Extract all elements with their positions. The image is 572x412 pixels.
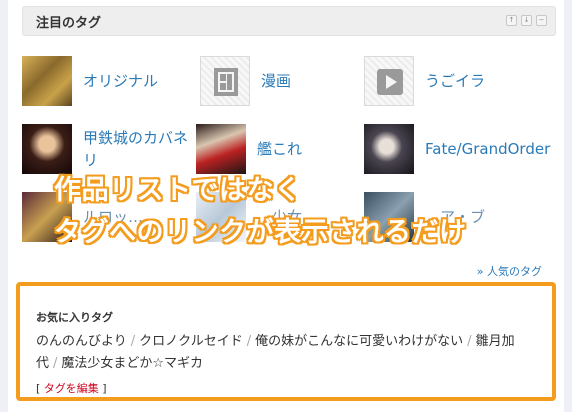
play-icon — [364, 56, 414, 106]
tag-label: Fate/GrandOrder — [425, 140, 551, 158]
panel-header: 注目のタグ ↑ ↓ − — [22, 6, 556, 36]
favorite-tag[interactable]: クロノクルセイド — [139, 334, 243, 349]
favorite-tag[interactable]: 俺の妹がこんなに可愛いわけがない — [255, 334, 463, 349]
tag-fgo[interactable]: Fate/GrandOrder — [364, 124, 551, 174]
separator: / — [246, 334, 252, 349]
favorite-tags-title: お気に入りタグ — [36, 311, 113, 324]
panel-controls: ↑ ↓ − — [506, 15, 547, 26]
featured-tags-panel: 注目のタグ ↑ ↓ − オリジナル 漫画 うごイラ 甲鉄城のカバネリ 艦これ F… — [8, 0, 564, 412]
kabaneri-thumbnail — [22, 124, 72, 174]
collapse-button[interactable]: − — [536, 15, 547, 26]
caption-line-2: タグへのリンクが表示されるだけ — [54, 217, 467, 248]
tag-label: 艦これ — [257, 140, 303, 158]
edit-tags-link[interactable]: タグを編集 — [44, 382, 99, 395]
manga-icon — [200, 56, 250, 106]
favorite-tags-box: お気に入りタグ のんのんびより / クロノクルセイド / 俺の妹がこんなに可愛いわけがな… — [16, 282, 556, 401]
panel-title: 注目のタグ — [36, 16, 102, 31]
edit-tags-row: [ タグを編集 ] — [36, 380, 107, 396]
tag-label: 甲鉄城のカバネリ — [83, 129, 189, 169]
favorite-tags-list: のんのんびより / クロノクルセイド / 俺の妹がこんなに可愛いわけがない / 雛月加代 / 魔… — [36, 331, 536, 375]
separator: / — [467, 334, 472, 349]
popular-tags-link[interactable]: » 人気のタグ — [477, 263, 542, 279]
tag-label: 漫画 — [261, 72, 292, 90]
favorite-tag[interactable]: のんのんびより — [36, 334, 127, 349]
caption-line-1: 作品リストではなく — [54, 175, 302, 206]
separator: / — [130, 334, 136, 349]
tag-manga[interactable]: 漫画 — [200, 56, 291, 106]
kancolle-thumbnail — [196, 124, 246, 174]
tag-original[interactable]: オリジナル — [22, 56, 158, 106]
move-up-button[interactable]: ↑ — [506, 15, 517, 26]
tag-kancolle[interactable]: 艦これ — [196, 124, 302, 174]
tag-label: うごイラ — [425, 72, 486, 90]
move-down-button[interactable]: ↓ — [521, 15, 532, 26]
tag-label: オリジナル — [83, 72, 159, 90]
tag-ugoira[interactable]: うごイラ — [364, 56, 485, 106]
favorite-tag[interactable]: 魔法少女まどか☆マギカ — [61, 356, 203, 371]
original-thumbnail — [22, 56, 72, 106]
bracket-close: ] — [98, 382, 107, 395]
fgo-thumbnail — [364, 124, 414, 174]
bracket-open: [ — [36, 382, 44, 395]
tag-kabaneri[interactable]: 甲鉄城のカバネリ — [22, 124, 198, 174]
separator: / — [53, 356, 58, 371]
